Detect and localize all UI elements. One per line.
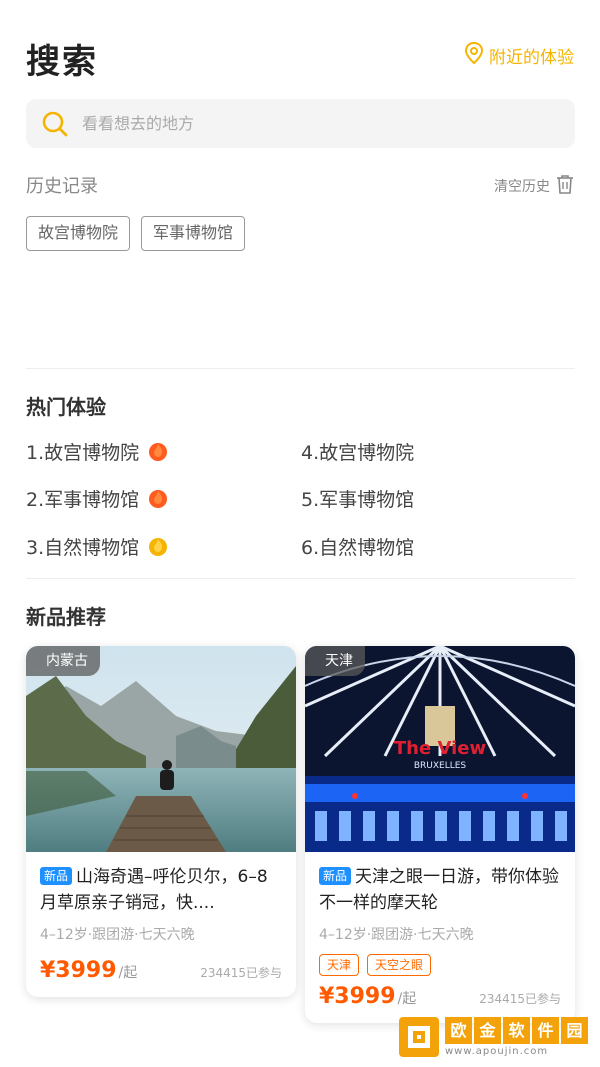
hot-item-label: 2.军事博物馆 [26,488,140,511]
location-badge: 天津 [305,646,365,676]
card-tag[interactable]: 天空之眼 [367,954,432,976]
hot-section-title: 热门体验 [26,395,106,419]
clear-history-label: 清空历史 [494,179,550,195]
page-title: 搜索 [26,42,98,82]
ferris-wheel-image: The View BRUXELLES 天津 [305,646,575,852]
lake-mountain-image: 内蒙古 [26,646,296,852]
watermark-char: 软 [503,1017,530,1044]
flame-icon [147,440,169,462]
watermark-logo-icon [399,1017,439,1057]
card-tag[interactable]: 天津 [319,954,360,976]
new-section-title: 新品推荐 [26,605,106,629]
history-tag[interactable]: 故宫博物院 [26,216,131,251]
hot-item[interactable]: 5.军事博物馆 [301,480,414,516]
card-title-text: 天津之眼一日游，带你体验不一样的摩天轮 [319,867,560,913]
card-subtitle: 4–12岁·跟团游·七天六晚 [319,927,474,943]
nearby-experiences-link[interactable]: 附近的体验 [464,41,574,69]
joined-count: 234415已参与 [479,992,561,1006]
price-value: ¥3999 [40,958,117,983]
watermark-char: 件 [532,1017,559,1044]
new-badge: 新品 [319,867,352,885]
svg-text:The View: The View [394,738,486,759]
product-card[interactable]: 内蒙古 新品 山海奇遇–呼伦贝尔，6–8月草原亲子销冠，快.... 4–12岁·跟… [26,646,296,997]
watermark-char: 金 [474,1017,501,1044]
hot-item-label: 3.自然博物馆 [26,536,140,559]
price-unit: /起 [397,991,417,1007]
location-pin-icon [464,41,484,69]
hot-item[interactable]: 6.自然博物馆 [301,528,414,564]
product-card[interactable]: The View BRUXELLES 天津 新品 天津之眼一日游，带你体验不一样的… [305,646,575,1023]
flame-icon [147,487,169,509]
hot-item[interactable]: 4.故宫博物院 [301,433,414,469]
price: ¥3999/起 [319,984,416,1009]
new-badge: 新品 [40,867,73,885]
search-bar[interactable] [26,99,575,148]
hot-item[interactable]: 2.军事博物馆 [26,480,169,516]
watermark-char: 园 [561,1017,588,1044]
card-title: 新品 山海奇遇–呼伦贝尔，6–8月草原亲子销冠，快.... [40,864,282,916]
watermark-char: 欧 [445,1017,472,1044]
header: 搜索 附近的体验 [26,34,574,82]
card-title: 新品 天津之眼一日游，带你体验不一样的摩天轮 [319,864,561,916]
hot-item[interactable]: 1.故宫博物院 [26,433,169,469]
svg-text:BRUXELLES: BRUXELLES [414,761,467,771]
hot-item-label: 5.军事博物馆 [301,488,415,511]
hot-item-label: 4.故宫博物院 [301,441,415,464]
card-tags: 天津 天空之眼 [319,954,561,976]
location-badge: 内蒙古 [26,646,100,676]
card-subtitle: 4–12岁·跟团游·七天六晚 [40,927,195,943]
history-tags: 故宫博物院 军事博物馆 [26,216,246,251]
search-icon [40,109,70,139]
search-input[interactable] [82,114,502,133]
joined-count: 234415已参与 [200,966,282,980]
hot-item-label: 1.故宫博物院 [26,441,140,464]
divider [26,578,575,579]
card-title-text: 山海奇遇–呼伦贝尔，6–8月草原亲子销冠，快.... [40,867,268,913]
hot-item-label: 6.自然博物馆 [301,536,415,559]
clear-history-button[interactable]: 清空历史 [494,174,574,198]
watermark: 欧 金 软 件 园 www.apoujin.com [399,1017,588,1057]
trash-icon [556,174,574,198]
price-value: ¥3999 [319,984,396,1009]
flame-icon [147,535,169,557]
divider [26,368,575,369]
hot-item[interactable]: 3.自然博物馆 [26,528,169,564]
price: ¥3999/起 [40,958,137,983]
price-unit: /起 [118,965,138,981]
history-title: 历史记录 [26,176,98,197]
history-tag[interactable]: 军事博物馆 [141,216,246,251]
nearby-label: 附近的体验 [489,48,574,68]
watermark-url: www.apoujin.com [445,1046,549,1057]
watermark-text: 欧 金 软 件 园 [445,1017,588,1044]
